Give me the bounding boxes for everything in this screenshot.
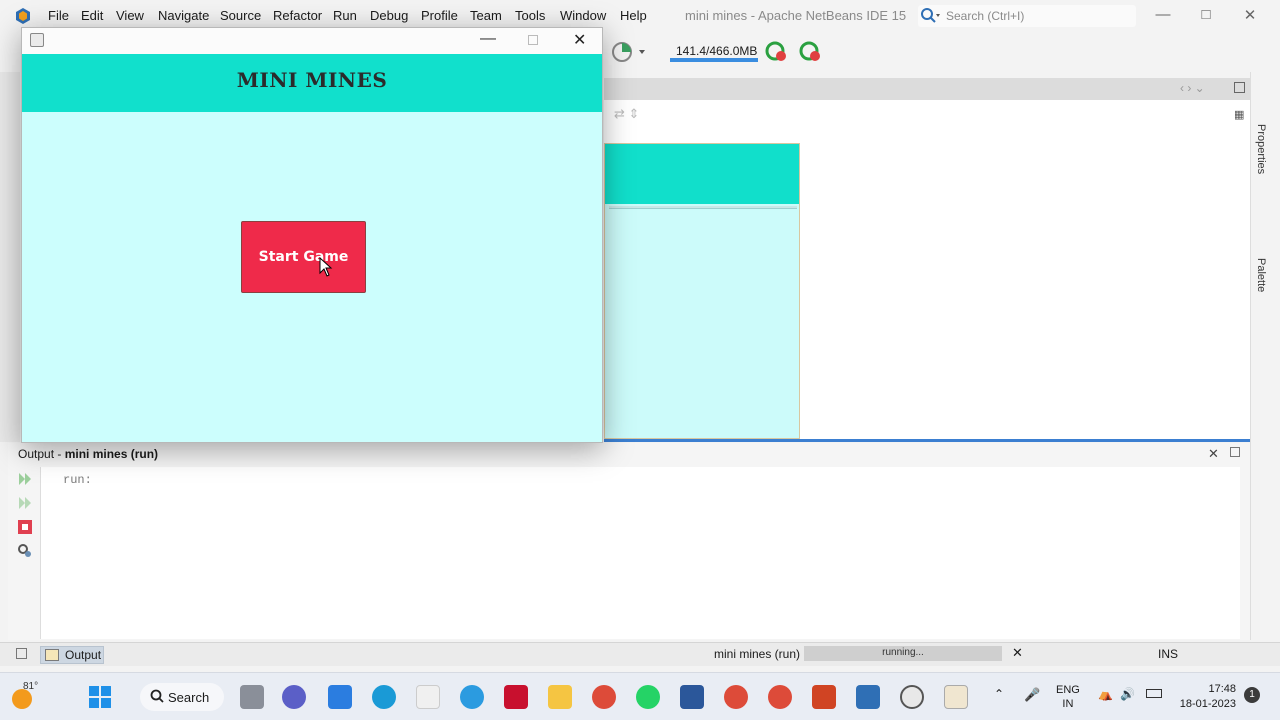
- right-side-strip: Properties Palette: [1250, 72, 1274, 640]
- stop-icon[interactable]: [17, 519, 33, 535]
- minimize-button[interactable]: —: [1153, 6, 1173, 26]
- microphone-icon[interactable]: 🎤: [1024, 687, 1040, 703]
- start-game-button[interactable]: Start Game: [241, 221, 366, 293]
- menu-file[interactable]: File: [48, 8, 69, 23]
- chrome-icon[interactable]: [592, 685, 616, 709]
- notification-badge[interactable]: 1: [1244, 687, 1260, 703]
- todo-icon[interactable]: [328, 685, 352, 709]
- design-tool-icons[interactable]: ⇄ ⇕: [614, 106, 639, 122]
- java-app-taskbar-icon[interactable]: [944, 685, 968, 709]
- maximize-button[interactable]: □: [1196, 6, 1216, 26]
- left-side-strip: [0, 72, 20, 442]
- game-close-button[interactable]: ✕: [573, 30, 586, 50]
- temperature: 81°: [23, 681, 39, 692]
- edge-icon[interactable]: [372, 685, 396, 709]
- help-icon[interactable]: [460, 685, 484, 709]
- output-close-icon[interactable]: ✕: [1208, 446, 1219, 462]
- task-view-icon[interactable]: [240, 685, 264, 709]
- menu-refactor[interactable]: Refactor: [273, 8, 322, 23]
- output-text: run:: [63, 473, 92, 487]
- gc-clock-icon[interactable]: [610, 40, 650, 64]
- close-button[interactable]: ✕: [1240, 6, 1260, 26]
- game-header: MINI MINES: [22, 54, 602, 112]
- tray-expand-icon[interactable]: ⌃: [994, 687, 1004, 701]
- file-explorer-icon[interactable]: [548, 685, 572, 709]
- settings-icon[interactable]: [17, 543, 33, 559]
- clock[interactable]: 17:48 18-01-2023: [1178, 682, 1236, 712]
- mouse-cursor-icon: [319, 257, 333, 277]
- run-label: mini mines (run): [714, 647, 801, 661]
- output-restore-icon[interactable]: [1230, 447, 1240, 457]
- menu-tools[interactable]: Tools: [515, 8, 545, 23]
- run-progress-bar: running...: [804, 646, 1002, 661]
- search-placeholder: Search (Ctrl+I): [946, 9, 1025, 23]
- form-preview-divider: [609, 206, 797, 209]
- memory-text: 141.4/466.0MB: [676, 44, 758, 58]
- window-title: mini mines - Apache NetBeans IDE 15: [685, 8, 907, 23]
- battery-icon[interactable]: [1146, 689, 1162, 698]
- game-titlebar: — ✕: [22, 28, 602, 54]
- output-panel: Output - mini mines (run) ✕ run:: [8, 443, 1250, 640]
- cancel-run-icon[interactable]: ✕: [1012, 645, 1023, 661]
- chrome-profile-icon[interactable]: [724, 685, 748, 709]
- whatsapp-icon[interactable]: [636, 685, 660, 709]
- windows-start-icon[interactable]: [88, 685, 112, 709]
- insert-mode-indicator: INS: [1158, 647, 1179, 661]
- rerun-icon[interactable]: [17, 471, 33, 487]
- mcafee-icon[interactable]: [504, 685, 528, 709]
- powerpoint-icon[interactable]: [812, 685, 836, 709]
- game-minimize-button[interactable]: —: [480, 30, 496, 48]
- menu-view[interactable]: View: [116, 8, 144, 23]
- memory-indicator[interactable]: 141.4/466.0MB: [670, 44, 760, 64]
- netbeans-taskbar-icon[interactable]: [856, 685, 880, 709]
- tab-output[interactable]: Output: [40, 646, 104, 664]
- rerun-different-icon[interactable]: [17, 495, 33, 511]
- tab-nav-icon[interactable]: ‹ › ⌄: [1180, 81, 1205, 95]
- taskbar: 81° Search ⌃ 🎤 ENG IN ⛺ 🔊 17:48 18-01-20…: [0, 672, 1280, 720]
- netbeans-logo-icon: [16, 8, 30, 24]
- editor-tab-bar: ‹ › ⌄: [604, 78, 1250, 100]
- teams-icon[interactable]: [282, 685, 306, 709]
- tab-properties[interactable]: Properties: [1255, 124, 1267, 174]
- language-indicator[interactable]: ENG IN: [1056, 683, 1080, 711]
- menu-debug[interactable]: Debug: [370, 8, 408, 23]
- game-maximize-button[interactable]: [528, 35, 538, 45]
- game-window: — ✕ MINI MINES Start Game: [21, 27, 603, 443]
- volume-icon[interactable]: 🔊: [1120, 687, 1135, 701]
- word-icon[interactable]: [680, 685, 704, 709]
- chrome-profile-2-icon[interactable]: [768, 685, 792, 709]
- sun-icon: [12, 689, 32, 709]
- search-icon: [150, 689, 164, 703]
- store-icon[interactable]: [416, 685, 440, 709]
- status-bar: Output mini mines (run) running... ✕ INS: [0, 642, 1280, 666]
- wifi-icon[interactable]: ⛺: [1098, 687, 1113, 701]
- search-icon: [921, 8, 940, 23]
- output-text-area[interactable]: run:: [40, 467, 1240, 639]
- memory-bar: [670, 58, 758, 62]
- maximize-editor-icon[interactable]: [1234, 82, 1245, 93]
- game-title: MINI MINES: [236, 68, 388, 92]
- form-design-preview: [604, 143, 800, 439]
- grid-icon[interactable]: ▦: [1234, 108, 1244, 121]
- menu-window[interactable]: Window: [560, 8, 606, 23]
- splitter[interactable]: [604, 439, 1250, 442]
- taskbar-search[interactable]: Search: [140, 683, 224, 711]
- tab-palette[interactable]: Palette: [1255, 258, 1267, 292]
- menu-help[interactable]: Help: [620, 8, 647, 23]
- menu-source[interactable]: Source: [220, 8, 261, 23]
- profiler-attach-icon[interactable]: [798, 40, 824, 64]
- output-tab-icon: [45, 649, 59, 661]
- search-input[interactable]: Search (Ctrl+I): [918, 5, 1136, 27]
- profiler-icon[interactable]: [764, 40, 790, 64]
- menu-edit[interactable]: Edit: [81, 8, 103, 23]
- restore-window-icon[interactable]: [16, 648, 27, 659]
- obs-icon[interactable]: [900, 685, 924, 709]
- output-title: Output - mini mines (run): [18, 447, 159, 461]
- form-preview-header: [605, 144, 799, 204]
- menu-run[interactable]: Run: [333, 8, 357, 23]
- menu-navigate[interactable]: Navigate: [158, 8, 209, 23]
- menu-profile[interactable]: Profile: [421, 8, 458, 23]
- java-app-icon: [30, 33, 44, 47]
- menu-team[interactable]: Team: [470, 8, 502, 23]
